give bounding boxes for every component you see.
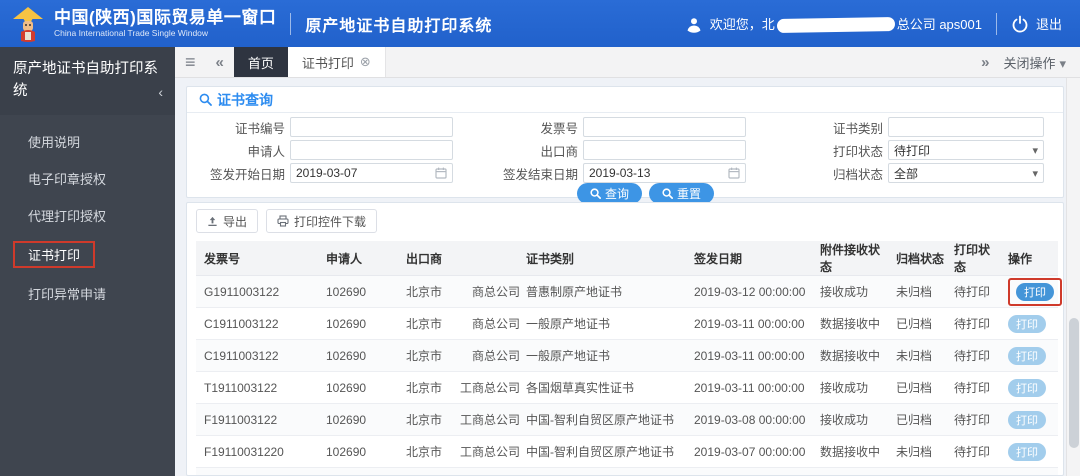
app-title: 原产地证书自助打印系统 [305, 17, 493, 35]
invoice-no-label: 发票号 [540, 121, 578, 136]
search-icon [590, 188, 601, 199]
annotation-box: 打印 [1008, 277, 1062, 306]
main-content: 证书查询 证书编号 发票号 证书类别 申请人 出口商 打印状态 待打印 签发开始… [175, 78, 1080, 476]
query-button[interactable]: 查询 [577, 183, 643, 204]
col-archive-status: 归档状态 [892, 241, 950, 276]
exporter-input[interactable] [583, 140, 746, 160]
start-date-input[interactable]: 2019-03-07 [290, 163, 453, 183]
results-panel: 导出 打印控件下载 发票号 申请人 出口商 证书类别 签发日期 附件接收状态 归… [186, 202, 1064, 476]
sidebar-item-print-exception[interactable]: 打印异常申请 [0, 275, 175, 312]
single-window-logo-icon [13, 6, 43, 42]
print-button[interactable]: 打印 [1008, 346, 1046, 365]
calendar-icon [435, 167, 447, 179]
start-date-label: 签发开始日期 [209, 167, 285, 182]
sidebar-item-agent-print-auth[interactable]: 代理打印授权 [0, 197, 175, 234]
sidebar-item-eseal-auth[interactable]: 电子印章授权 [0, 160, 175, 197]
brand-block: 中国(陕西)国际贸易单一窗口 China International Trade… [0, 5, 276, 43]
cert-type-label: 证书类别 [832, 121, 883, 136]
table-row: C1911003122 102690 北京市 商总公司 一般原产地证书 2019-… [196, 339, 1058, 372]
col-operation: 操作 [1004, 241, 1058, 276]
scrollbar-thumb[interactable] [1069, 318, 1079, 448]
end-date-label: 签发结束日期 [502, 167, 578, 182]
table-row: X1911003122 102690 北京市工商总公司 中国-新加坡自贸区原产地… [196, 467, 1058, 475]
logout-button[interactable]: 退出 [1011, 14, 1062, 33]
tab-bar: 首页 证书打印 关闭操作 [175, 47, 1080, 78]
search-icon [662, 188, 674, 199]
col-applicant: 申请人 [322, 241, 402, 276]
brand-subtitle: China International Trade Single Window [54, 27, 209, 38]
tab-home[interactable]: 首页 [233, 47, 288, 77]
col-exporter: 出口商 [402, 241, 522, 276]
printer-icon [277, 215, 289, 227]
export-button[interactable]: 导出 [196, 209, 259, 233]
table-row: F1911003122 102690 北京市 工商总公司 中国-智利自贸区原产地证… [196, 403, 1058, 436]
print-button[interactable]: 打印 [1008, 378, 1046, 397]
tab-cert-print[interactable]: 证书打印 [287, 47, 386, 77]
table-row: F19110031220 102690 北京市 工商总公司 中国-智利自贸区原产地… [196, 435, 1058, 468]
col-cert-type: 证书类别 [522, 241, 690, 276]
table-header-row: 发票号 申请人 出口商 证书类别 签发日期 附件接收状态 归档状态 打印状态 操… [196, 241, 1058, 276]
redaction [776, 16, 895, 33]
print-button[interactable]: 打印 [1008, 314, 1046, 333]
search-icon [199, 93, 212, 106]
col-attach-status: 附件接收状态 [816, 241, 892, 276]
sidebar-title: 原产地证书自助打印系统 [0, 47, 175, 115]
exporter-label: 出口商 [540, 144, 578, 159]
scroll-tabs-left-icon[interactable] [206, 47, 234, 77]
reset-button[interactable]: 重置 [649, 183, 715, 204]
calendar-icon [728, 167, 740, 179]
vertical-scrollbar [1066, 78, 1080, 476]
close-tab-icon[interactable] [360, 54, 371, 70]
applicant-label: 申请人 [247, 144, 285, 159]
welcome-text-suffix: 总公司 aps001 [896, 17, 982, 32]
print-control-download-button[interactable]: 打印控件下载 [266, 209, 378, 233]
sidebar-item-usage[interactable]: 使用说明 [0, 123, 175, 160]
search-panel-title: 证书查询 [187, 87, 1063, 113]
close-operations-dropdown[interactable]: 关闭操作 [999, 53, 1080, 72]
print-button[interactable]: 打印 [1008, 410, 1046, 429]
certificates-table: 发票号 申请人 出口商 证书类别 签发日期 附件接收状态 归档状态 打印状态 操… [196, 241, 1062, 475]
table-row: G1911003122 102690 北京市 商总公司 普惠制原产地证书 2019… [196, 275, 1062, 308]
print-status-select[interactable]: 待打印 [888, 140, 1044, 160]
annotation-box: 证书打印 [13, 240, 96, 268]
export-icon [208, 216, 217, 226]
cert-no-label: 证书编号 [234, 121, 285, 136]
archive-status-select[interactable]: 全部 [888, 163, 1044, 183]
power-icon [1012, 15, 1028, 32]
archive-status-label: 归档状态 [832, 167, 883, 182]
logout-label: 退出 [1035, 17, 1062, 32]
print-button[interactable]: 打印 [1008, 442, 1046, 461]
menu-toggle-icon[interactable] [175, 47, 206, 77]
col-invoice: 发票号 [196, 241, 322, 276]
sidebar-item-cert-print[interactable]: 证书打印 [0, 234, 175, 275]
header-divider [290, 12, 292, 35]
print-status-label: 打印状态 [832, 144, 883, 159]
cert-no-input[interactable] [290, 117, 453, 137]
invoice-no-input[interactable] [583, 117, 746, 137]
print-button[interactable]: 打印 [1016, 282, 1054, 301]
table-row: T1911003122 102690 北京市 工商总公司 各国烟草真实性证书 20… [196, 371, 1058, 404]
col-issue-date: 签发日期 [690, 241, 816, 276]
brand-title: 中国(陕西)国际贸易单一窗口 [54, 8, 277, 28]
search-panel: 证书查询 证书编号 发票号 证书类别 申请人 出口商 打印状态 待打印 签发开始… [186, 86, 1064, 204]
header-divider [995, 12, 997, 35]
cert-type-input[interactable] [888, 117, 1044, 137]
scroll-tabs-right-icon[interactable] [971, 54, 999, 71]
end-date-input[interactable]: 2019-03-13 [583, 163, 746, 183]
welcome-text-prefix: 欢迎您，北 [709, 17, 775, 32]
sidebar-collapse-icon[interactable] [158, 82, 163, 103]
user-icon [687, 17, 701, 33]
top-header: 中国(陕西)国际贸易单一窗口 China International Trade… [0, 0, 1080, 47]
col-print-status: 打印状态 [950, 241, 1004, 276]
table-row: C1911003122 102690 北京市 商总公司 一般原产地证书 2019-… [196, 307, 1058, 340]
sidebar: 原产地证书自助打印系统 使用说明 电子印章授权 代理打印授权 证书打印 打印异常… [0, 47, 175, 476]
app-window: 中国(陕西)国际贸易单一窗口 China International Trade… [0, 0, 1080, 476]
applicant-input[interactable] [290, 140, 453, 160]
